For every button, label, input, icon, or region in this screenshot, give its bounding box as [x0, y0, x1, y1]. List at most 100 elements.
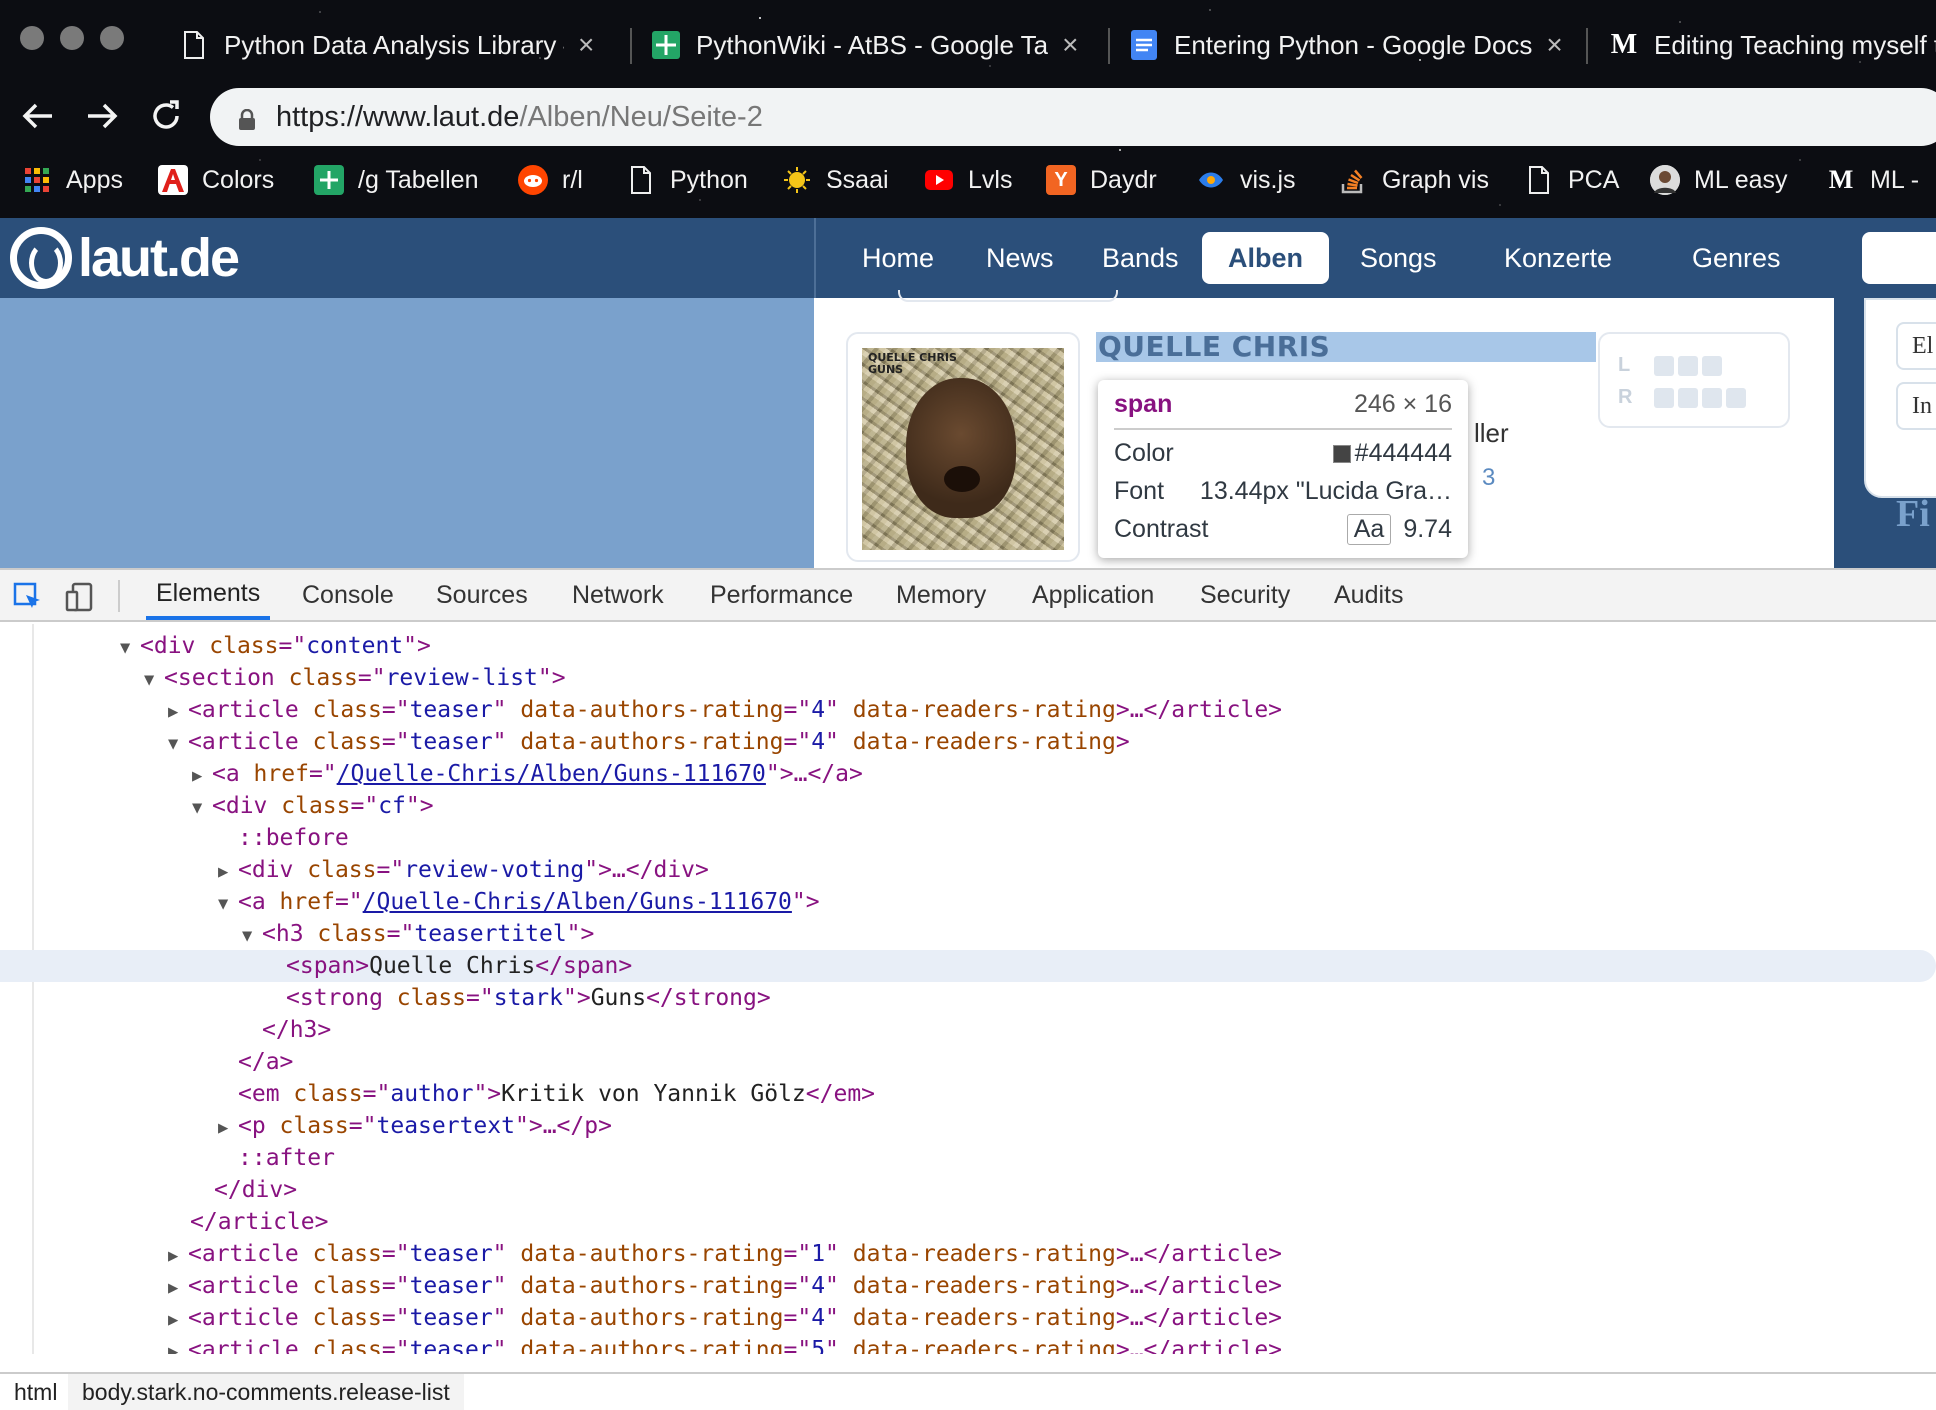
dom-node[interactable]: ▼ <article class="teaser" data-authors-ra… [0, 726, 1936, 758]
expand-triangle-icon[interactable]: ▶ [168, 1304, 188, 1336]
expand-triangle-icon[interactable]: ▶ [192, 760, 212, 792]
tab-security[interactable]: Security [1200, 570, 1290, 620]
close-tab-icon[interactable]: × [1546, 29, 1562, 61]
dom-link[interactable]: /Quelle-Chris/Alben/Guns-111670 [337, 761, 766, 787]
inspect-element-icon[interactable] [12, 582, 44, 612]
dom-node[interactable]: ▼ <a href="/Quelle-Chris/Alben/Guns-11167… [0, 886, 1936, 918]
dom-node[interactable]: </article> [0, 1206, 1936, 1238]
youtube-icon [924, 165, 954, 195]
tab-application[interactable]: Application [1032, 570, 1154, 620]
google-sheets-icon [652, 31, 680, 59]
dom-node[interactable]: ▼ <section class="review-list"> [0, 662, 1936, 694]
collapse-triangle-icon[interactable]: ▼ [242, 920, 262, 952]
dom-node[interactable]: </div> [0, 1174, 1936, 1206]
tab-memory[interactable]: Memory [896, 570, 986, 620]
breadcrumb-html[interactable]: html [0, 1374, 71, 1410]
bookmark-pca[interactable]: PCA [1524, 160, 1619, 200]
browser-tab-3[interactable]: Entering Python - Google Docs × [1130, 14, 1570, 76]
expand-triangle-icon[interactable]: ▶ [218, 1112, 238, 1144]
nav-songs[interactable]: Songs [1334, 232, 1463, 284]
expand-triangle-icon[interactable]: ▶ [168, 1272, 188, 1304]
dom-node[interactable]: ▶ <article class="teaser" data-authors-ra… [0, 1238, 1936, 1270]
dom-node[interactable]: <em class="author">Kritik von Yannik Göl… [0, 1078, 1936, 1110]
dom-node[interactable]: ▶ <article class="teaser" data-authors-ra… [0, 694, 1936, 726]
album-cover-image[interactable]: QUELLE CHRIS GUNS [862, 348, 1064, 550]
back-button[interactable] [14, 92, 62, 140]
minimize-window-button[interactable] [60, 26, 84, 50]
dom-node[interactable]: ▶ <a href="/Quelle-Chris/Alben/Guns-11167… [0, 758, 1936, 790]
bookmark-lvls[interactable]: Lvls [924, 160, 1012, 200]
nav-alben[interactable]: Alben [1202, 232, 1330, 284]
devtools-breadcrumb: html body.stark.no-comments.release-list [0, 1372, 1936, 1410]
sidebar-button-in[interactable]: In [1896, 382, 1936, 430]
reload-button[interactable] [142, 92, 190, 140]
dom-node[interactable]: ▶ <article class="teaser" data-authors-ra… [0, 1270, 1936, 1302]
dom-node[interactable]: ▼ <div class="cf"> [0, 790, 1936, 822]
collapse-triangle-icon[interactable]: ▼ [168, 728, 188, 760]
bookmark-graphvis[interactable]: Graph vis [1338, 160, 1489, 200]
dom-node[interactable]: ▶ <article class="teaser" data-authors-ra… [0, 1302, 1936, 1334]
dom-node[interactable]: ▶ <p class="teasertext">…</p> [0, 1110, 1936, 1142]
tab-network[interactable]: Network [572, 570, 664, 620]
tab-sources[interactable]: Sources [436, 570, 528, 620]
collapse-triangle-icon[interactable]: ▼ [144, 664, 164, 696]
device-toolbar-icon[interactable] [64, 582, 96, 612]
forward-button[interactable] [78, 92, 126, 140]
bookmark-colors[interactable]: Colors [158, 160, 274, 200]
bookmark-apps[interactable]: Apps [22, 160, 123, 200]
tab-performance[interactable]: Performance [710, 570, 853, 620]
bookmark-visjs[interactable]: vis.js [1196, 160, 1296, 200]
dom-node[interactable]: ::after [0, 1142, 1936, 1174]
tab-console[interactable]: Console [302, 570, 394, 620]
bookmark-ssaai[interactable]: Ssaai [782, 160, 889, 200]
tab-audits[interactable]: Audits [1334, 570, 1403, 620]
dom-node[interactable]: ▶ <article class="teaser" data-authors-ra… [0, 1334, 1936, 1354]
dom-node[interactable]: <strong class="stark">Guns</strong> [0, 982, 1936, 1014]
nav-news[interactable]: News [960, 232, 1080, 284]
dom-node[interactable]: </h3> [0, 1014, 1936, 1046]
zoom-window-button[interactable] [100, 26, 124, 50]
dom-node[interactable]: </a> [0, 1046, 1936, 1078]
album-cover-card[interactable]: QUELLE CHRIS GUNS [846, 332, 1080, 562]
collapse-triangle-icon[interactable]: ▼ [120, 632, 140, 664]
address-bar[interactable]: https://www.laut.de/Alben/Neu/Seite-2 [210, 88, 1936, 146]
bookmark-reddit[interactable]: r/l [518, 160, 583, 200]
browser-tab-2[interactable]: PythonWiki - AtBS - Google Ta × [652, 14, 1092, 76]
rating-count[interactable]: 3 [1482, 464, 1495, 492]
browser-tab-1[interactable]: Python Data Analysis Library – × [180, 14, 610, 76]
dom-node-selected[interactable]: <span>Quelle Chris</span> [0, 950, 1936, 982]
bookmark-ml[interactable]: M ML - [1826, 160, 1919, 200]
collapse-triangle-icon[interactable]: ▼ [192, 792, 212, 824]
collapse-triangle-icon[interactable]: ▼ [218, 888, 238, 920]
expand-triangle-icon[interactable]: ▶ [218, 856, 238, 888]
close-tab-icon[interactable]: × [1062, 29, 1078, 61]
bookmark-ml-easy[interactable]: ML easy [1650, 160, 1788, 200]
close-tab-icon[interactable]: × [578, 29, 594, 61]
bookmark-label: Lvls [968, 165, 1013, 194]
site-search-input[interactable] [1862, 232, 1936, 284]
bookmark-python[interactable]: Python [626, 160, 748, 200]
close-window-button[interactable] [20, 26, 44, 50]
dom-node[interactable]: ▼ <h3 class="teasertitel"> [0, 918, 1936, 950]
sidebar-button-el[interactable]: El [1896, 322, 1936, 370]
breadcrumb-body[interactable]: body.stark.no-comments.release-list [68, 1374, 464, 1410]
dom-node[interactable]: ▼ <div class="content"> [0, 630, 1936, 662]
nav-konzerte[interactable]: Konzerte [1478, 232, 1638, 284]
site-header: laut.de Home News Bands Alben Songs Konz… [0, 218, 1936, 298]
dom-node[interactable]: ▶ <div class="review-voting">…</div> [0, 854, 1936, 886]
dom-node[interactable]: ::before [0, 822, 1936, 854]
teaser-title[interactable]: QUELLE CHRIS [1096, 332, 1596, 362]
bookmark-tabellen[interactable]: /g Tabellen [314, 160, 478, 200]
browser-tab-4[interactable]: M Editing Teaching myself t [1610, 14, 1936, 76]
bookmark-daydr[interactable]: Y Daydr [1046, 160, 1157, 200]
expand-triangle-icon[interactable]: ▶ [168, 696, 188, 728]
expand-triangle-icon[interactable]: ▶ [168, 1240, 188, 1272]
tab-elements[interactable]: Elements [146, 570, 271, 620]
nav-home[interactable]: Home [836, 232, 960, 284]
bookmark-label: Graph vis [1382, 165, 1489, 194]
expand-triangle-icon[interactable]: ▶ [168, 1336, 188, 1354]
nav-bands[interactable]: Bands [1076, 232, 1205, 284]
site-logo[interactable]: laut.de [10, 226, 240, 290]
dom-link[interactable]: /Quelle-Chris/Alben/Guns-111670 [363, 889, 792, 915]
nav-genres[interactable]: Genres [1666, 232, 1807, 284]
